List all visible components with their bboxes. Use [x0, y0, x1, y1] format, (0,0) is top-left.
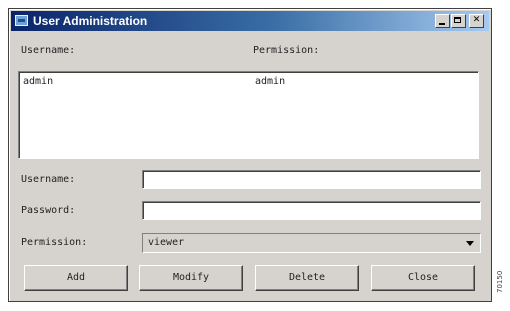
app-window-icon: [15, 15, 28, 26]
list-item-permission: admin: [255, 76, 286, 87]
user-list[interactable]: admin admin: [18, 71, 479, 159]
close-button[interactable]: Close: [371, 265, 475, 291]
window-title: User Administration: [33, 14, 148, 28]
list-item[interactable]: admin admin: [19, 76, 478, 90]
minimize-button[interactable]: [435, 14, 450, 28]
title-bar[interactable]: User Administration ✕: [11, 11, 489, 31]
password-input[interactable]: [142, 201, 481, 220]
user-administration-window: User Administration ✕ Username: Permissi…: [8, 8, 492, 302]
chevron-down-icon[interactable]: [466, 241, 474, 246]
close-icon: ✕: [472, 15, 481, 25]
close-window-button[interactable]: ✕: [469, 14, 484, 28]
password-label: Password:: [21, 205, 76, 216]
permission-select[interactable]: viewer: [142, 233, 481, 253]
maximize-button[interactable]: [451, 14, 466, 28]
username-input[interactable]: [142, 170, 481, 189]
permission-label: Permission:: [21, 237, 88, 248]
add-button[interactable]: Add: [24, 265, 128, 291]
permission-select-value: viewer: [148, 237, 185, 248]
username-label: Username:: [21, 174, 76, 185]
list-header-permission: Permission:: [253, 45, 320, 56]
list-item-username: admin: [23, 76, 54, 87]
modify-button[interactable]: Modify: [139, 265, 243, 291]
list-header-username: Username:: [21, 45, 76, 56]
delete-button[interactable]: Delete: [255, 265, 359, 291]
figure-id-label: 70150: [496, 270, 504, 294]
